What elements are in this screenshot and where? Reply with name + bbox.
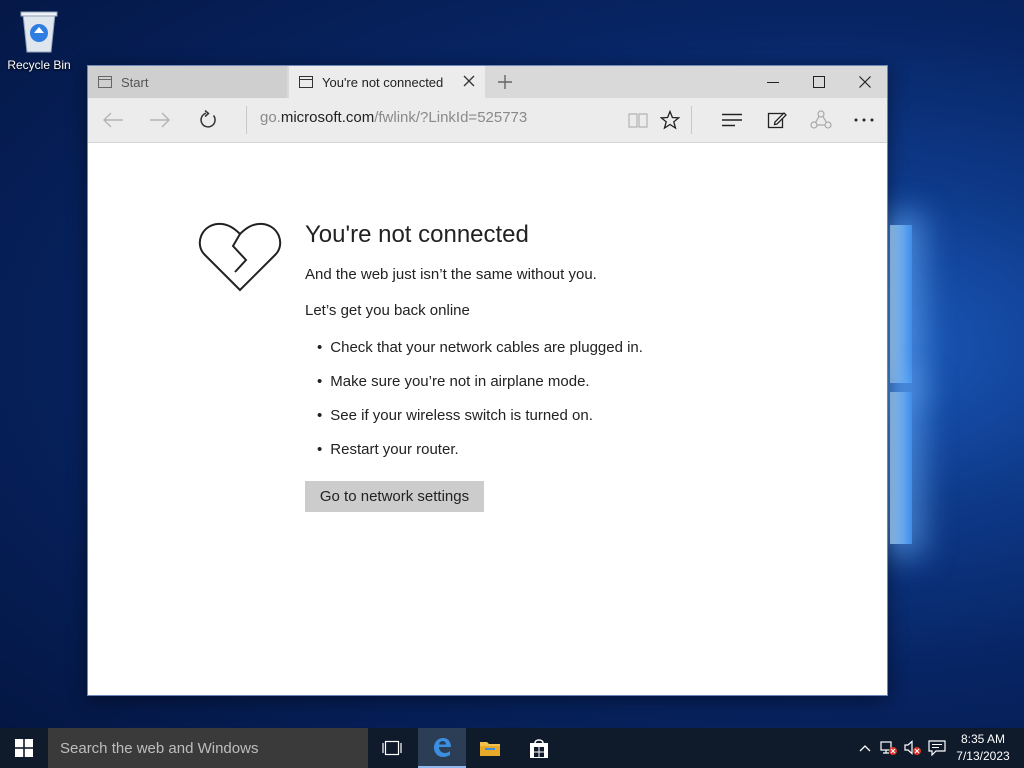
taskbar-edge[interactable] [418,728,466,768]
hub-button[interactable] [717,105,747,135]
recycle-bin-label: Recycle Bin [7,58,71,72]
maximize-icon [813,76,825,88]
tab-bar: Start You're not connected [88,66,887,98]
minimize-icon [767,82,779,83]
page-icon [299,76,313,88]
edge-icon [434,738,451,757]
windows-logo-icon [15,739,33,757]
back-button[interactable] [98,105,128,135]
refresh-icon [200,110,216,128]
volume-muted-icon [904,740,921,755]
list-item: Make sure you’re not in airplane mode. [317,373,643,407]
volume-button[interactable] [902,728,924,768]
close-window-button[interactable] [842,66,888,98]
toolbar-divider [691,106,692,134]
list-item: Check that your network cables are plugg… [317,339,643,373]
recycle-bin-icon [20,11,58,53]
wallpaper-light [890,225,912,383]
taskbar: Search the web and Windows 8:35 AM 7/13/… [0,728,1024,768]
tab-label: Start [121,74,149,90]
refresh-button[interactable] [193,105,223,135]
more-icon [854,118,874,122]
notification-icon [928,740,946,756]
tab-start[interactable]: Start [88,66,287,98]
back-arrow-icon [103,112,123,128]
web-note-button[interactable] [762,105,792,135]
task-view-icon [382,740,402,756]
network-settings-button[interactable]: Go to network settings [305,481,484,512]
store-bag-icon [530,739,548,758]
network-disconnected-icon [880,741,897,755]
browser-window: Start You're not connected go.microsoft.… [87,65,888,696]
page-subtitle: And the web just isn’t the same without … [305,266,597,283]
new-tab-icon[interactable] [494,71,516,93]
tab-label: You're not connected [322,74,444,90]
folder-icon [480,742,500,756]
address-domain: microsoft.com [280,109,375,126]
taskbar-file-explorer[interactable] [466,728,514,768]
maximize-button[interactable] [796,66,842,98]
address-path: /fwlink/?LinkId=525773 [374,109,528,126]
list-item: See if your wireless switch is turned on… [317,407,643,441]
network-status-button[interactable] [878,728,900,768]
search-placeholder: Search the web and Windows [60,739,259,757]
show-hidden-icons-button[interactable] [856,728,874,768]
page-prompt: Let’s get you back online [305,302,470,319]
recycle-bin-shortcut[interactable]: Recycle Bin [4,6,74,72]
task-view-button[interactable] [368,728,416,768]
forward-button[interactable] [145,105,175,135]
browser-toolbar: go.microsoft.com/fwlink/?LinkId=525773 [88,98,887,143]
page-content: You're not connected And the web just is… [88,143,887,695]
reading-view-button[interactable] [623,105,653,135]
book-icon [628,113,648,128]
close-tab-icon[interactable] [461,73,477,89]
pen-note-icon [767,112,787,129]
clock-date: 7/13/2023 [956,749,1010,763]
taskbar-clock[interactable]: 8:35 AM 7/13/2023 [950,731,1016,765]
chevron-up-icon [859,745,871,752]
share-button[interactable] [806,105,836,135]
more-button[interactable] [849,105,879,135]
favorite-button[interactable] [655,105,685,135]
toolbar-divider [246,106,247,134]
action-center-button[interactable] [926,728,948,768]
page-icon [98,76,112,88]
minimize-button[interactable] [750,66,796,98]
address-bar[interactable]: go.microsoft.com/fwlink/?LinkId=525773 [260,109,620,131]
broken-heart-icon [198,222,282,292]
taskbar-store[interactable] [515,728,563,768]
start-button[interactable] [0,728,48,768]
wallpaper-light [890,392,912,544]
taskbar-search-box[interactable]: Search the web and Windows [48,728,368,768]
tab-not-connected[interactable]: You're not connected [289,66,485,98]
address-prefix: go. [260,109,281,126]
close-icon [859,76,871,88]
page-title: You're not connected [305,221,529,248]
tips-list: Check that your network cables are plugg… [317,339,643,475]
list-item: Restart your router. [317,441,643,475]
clock-time: 8:35 AM [960,732,1006,746]
forward-arrow-icon [150,112,170,128]
star-icon [660,110,680,130]
share-icon [810,110,832,129]
hub-icon [722,113,742,127]
